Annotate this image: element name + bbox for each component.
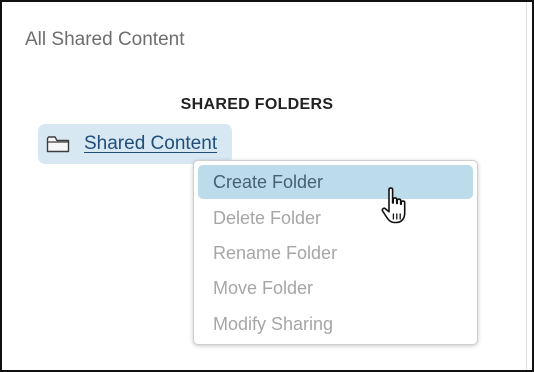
menu-item-delete-folder[interactable]: Delete Folder [198,201,473,235]
folder-label[interactable]: Shared Content [84,133,217,155]
menu-item-create-folder[interactable]: Create Folder [198,165,473,199]
menu-item-modify-sharing[interactable]: Modify Sharing [198,307,473,341]
menu-item-rename-folder[interactable]: Rename Folder [198,236,473,270]
folder-icon [46,135,70,153]
folder-context-menu: Create Folder Delete Folder Rename Folde… [193,160,478,345]
menu-item-move-folder[interactable]: Move Folder [198,271,473,305]
breadcrumb[interactable]: All Shared Content [25,29,185,51]
folder-shared-content[interactable]: Shared Content [38,124,232,164]
shared-content-panel: All Shared Content SHARED FOLDERS Shared… [0,0,534,372]
section-heading: SHARED FOLDERS [180,96,334,113]
panel-divider [526,2,527,370]
